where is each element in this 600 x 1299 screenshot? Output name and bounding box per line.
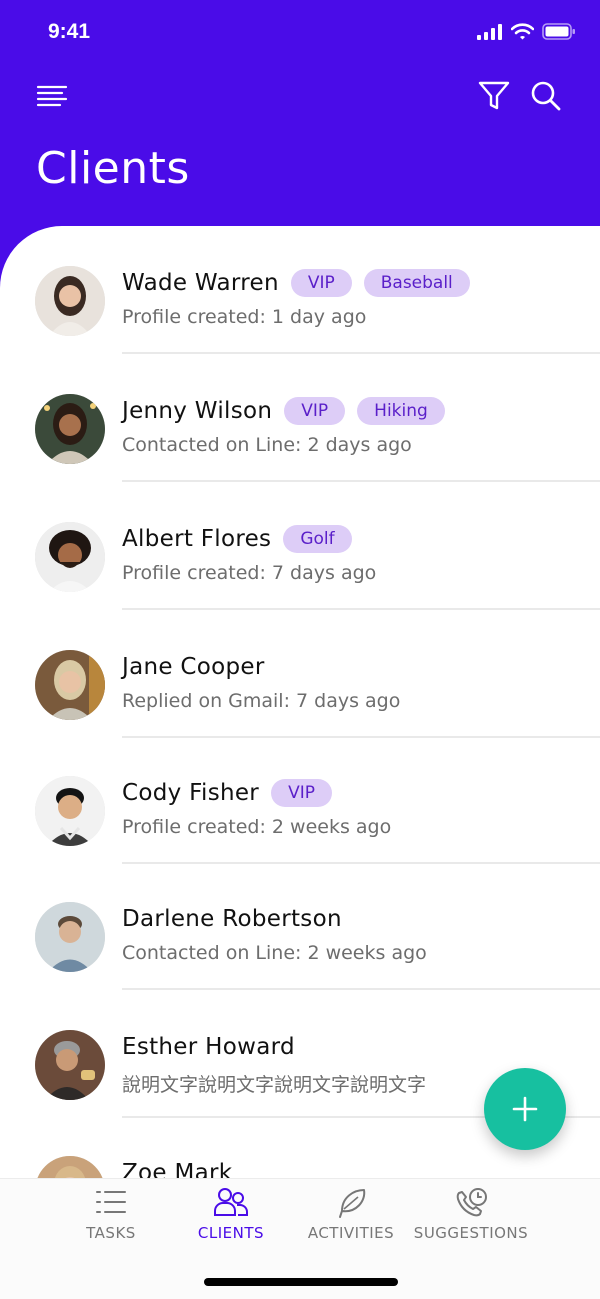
tab-label: SUGGESTIONS	[413, 1224, 529, 1242]
client-row[interactable]: Wade Warren VIP Baseball Profile created…	[0, 226, 600, 354]
tab-suggestions[interactable]: SUGGESTIONS	[406, 1179, 536, 1259]
tab-label: ACTIVITIES	[307, 1224, 395, 1242]
client-activity: 說明文字說明文字說明文字說明文字	[122, 1074, 427, 1096]
client-name: Darlene Robertson	[122, 906, 342, 932]
feather-icon	[339, 1189, 366, 1218]
menu-button[interactable]	[30, 74, 74, 118]
client-name-line: Wade Warren VIP Baseball	[122, 266, 470, 300]
client-name: Jane Cooper	[122, 654, 265, 680]
page-title: Clients	[36, 143, 190, 194]
client-avatar	[35, 1156, 105, 1178]
client-row[interactable]: Cody Fisher VIP Profile created: 2 weeks…	[0, 736, 600, 864]
cellular-signal-icon	[477, 23, 502, 40]
client-avatar	[35, 776, 105, 846]
tab-tasks[interactable]: TASKS	[46, 1179, 176, 1259]
tab-activities[interactable]: ACTIVITIES	[286, 1179, 416, 1259]
search-icon	[531, 81, 561, 111]
search-button[interactable]	[524, 74, 568, 118]
client-tag: Golf	[283, 525, 352, 553]
client-tag: VIP	[271, 779, 332, 807]
client-name-line: Darlene Robertson	[122, 902, 342, 936]
client-avatar	[35, 394, 105, 464]
client-tag: VIP	[284, 397, 346, 425]
client-list: Wade Warren VIP Baseball Profile created…	[0, 226, 600, 1178]
client-avatar	[35, 902, 105, 972]
client-name: Jenny Wilson	[122, 398, 273, 424]
client-avatar	[35, 266, 105, 336]
list-icon	[96, 1191, 126, 1213]
people-icon	[214, 1188, 248, 1216]
status-bar: 9:41	[0, 0, 600, 66]
client-activity: Replied on Gmail: 7 days ago	[122, 690, 401, 712]
client-activity: Contacted on Line: 2 weeks ago	[122, 942, 427, 964]
client-name: Cody Fisher	[122, 780, 260, 806]
menu-icon	[36, 85, 68, 107]
add-client-button[interactable]	[484, 1068, 566, 1150]
tab-label: CLIENTS	[197, 1224, 265, 1242]
client-name-line: Zoe Mark	[122, 1156, 232, 1178]
tab-label: TASKS	[86, 1224, 136, 1242]
status-icons	[477, 23, 576, 40]
client-name-line: Albert Flores Golf	[122, 522, 352, 556]
client-name-line: Jenny Wilson VIP Hiking	[122, 394, 445, 428]
client-avatar	[35, 522, 105, 592]
client-name: Zoe Mark	[122, 1160, 233, 1178]
client-name-line: Cody Fisher VIP	[122, 776, 332, 810]
tab-clients[interactable]: CLIENTS	[166, 1179, 296, 1259]
client-tag: Hiking	[357, 397, 445, 425]
client-avatar	[35, 650, 105, 720]
client-row[interactable]: Albert Flores Golf Profile created: 7 da…	[0, 482, 600, 610]
client-name: Esther Howard	[122, 1034, 295, 1060]
client-activity: Contacted on Line: 2 days ago	[122, 434, 412, 456]
filter-button[interactable]	[472, 74, 516, 118]
client-row[interactable]: Darlene Robertson Contacted on Line: 2 w…	[0, 862, 600, 990]
status-time: 9:41	[48, 20, 91, 43]
client-name-line: Jane Cooper	[122, 650, 265, 684]
client-name: Wade Warren	[122, 270, 279, 296]
wifi-icon	[511, 23, 534, 40]
client-row[interactable]: Jane Cooper Replied on Gmail: 7 days ago	[0, 610, 600, 738]
home-indicator	[204, 1278, 398, 1286]
client-avatar	[35, 1030, 105, 1100]
client-activity: Profile created: 7 days ago	[122, 562, 377, 584]
client-tag: VIP	[290, 269, 352, 297]
plus-icon	[512, 1096, 538, 1122]
client-name-line: Esther Howard	[122, 1030, 295, 1064]
battery-icon	[542, 23, 575, 40]
client-name: Albert Flores	[122, 526, 272, 552]
filter-icon	[478, 81, 510, 110]
client-row[interactable]: Jenny Wilson VIP Hiking Contacted on Lin…	[0, 354, 600, 482]
client-tag: Baseball	[363, 269, 470, 297]
client-activity: Profile created: 1 day ago	[122, 306, 367, 328]
client-activity: Profile created: 2 weeks ago	[122, 816, 392, 838]
phone-clock-icon	[456, 1188, 487, 1217]
